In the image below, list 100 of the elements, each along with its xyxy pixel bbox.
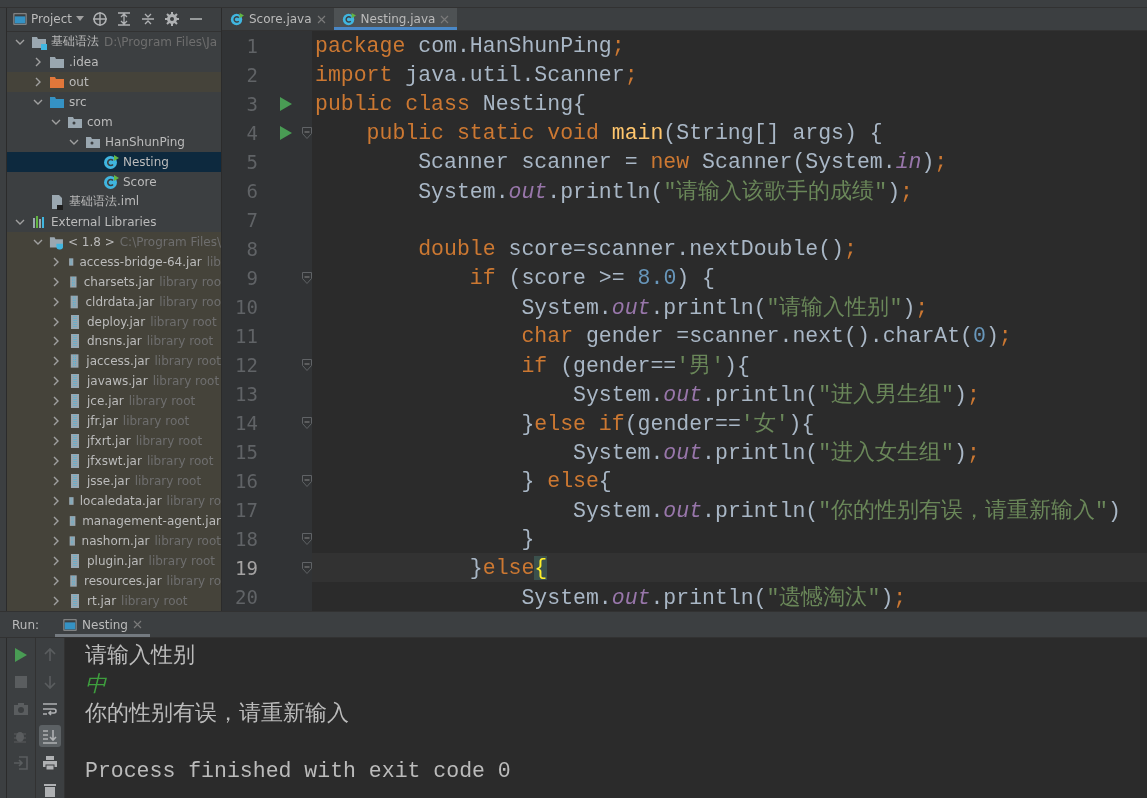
code-line: System.out.println("你的性别有误，请重新输入") [572,497,1121,524]
editor-tab[interactable]: Nesting.java [333,8,458,30]
tree-item[interactable]: out [7,71,221,92]
play-icon [15,648,27,662]
item-label: resources.jar [83,574,162,589]
code-line: public class Nesting{ [315,91,586,116]
item-label: com [87,114,113,129]
item-label: plugin.jar [87,554,144,569]
item-label: < 1.8 > [67,234,115,249]
fold-marker-icon[interactable] [302,561,312,574]
item-label: HanShunPing [105,134,185,149]
fold-marker-icon[interactable] [302,474,312,487]
trash-icon [42,782,58,798]
tree-item[interactable]: 基础语法.iml [7,191,221,212]
item-label: 基础语法 [51,33,99,51]
item-label: 基础语法.iml [69,193,140,211]
tree-item[interactable]: Nesting [7,151,221,172]
printer-icon [42,755,58,771]
console-output-line: Process finished with exit code 0 [85,757,511,785]
item-label: Nesting [123,154,169,169]
item-label: deploy.jar [87,314,146,329]
wrap-icon [42,701,58,717]
class-icon [103,173,119,190]
class-icon [103,153,119,170]
run-tab[interactable]: Nesting [55,612,150,637]
console-output-line: 中 [85,672,108,698]
item-label: charsets.jar [83,274,155,289]
arrow-down-icon [42,674,58,690]
tab-label: Nesting [82,617,128,632]
item-label: cldrdata.jar [85,294,155,309]
close-icon[interactable] [132,620,142,629]
code-line: System.out.println("进入女生组"); [572,440,980,466]
code-line: } [520,526,535,551]
crosshair-icon[interactable] [92,11,109,28]
code-line: public static void main(String[] args) { [365,120,883,145]
item-label: jfxrt.jar [87,434,131,449]
item-label: management-agent.jar [82,514,221,529]
item-label: Score [123,174,157,189]
code-line: System.out.println("进入男生组"); [572,382,980,408]
arrow-up-icon [42,647,58,663]
editor-tab[interactable]: Score.java [222,8,334,30]
file-icon [49,193,65,210]
fold-marker-icon[interactable] [302,271,312,284]
code-line: Scanner scanner = new Scanner(System.in); [417,149,948,174]
stop-icon [15,676,27,688]
window-icon [13,12,27,27]
code-line: if (gender=='男'){ [520,353,750,379]
code-line: package com.HanShunPing; [315,33,625,58]
caret-icon[interactable] [76,16,85,23]
code-line: System.out.println("请输入性别"); [520,295,929,321]
item-label: jaccess.jar [86,354,150,369]
item-label: jfr.jar [87,414,118,429]
tree-item[interactable]: Score [7,171,221,192]
code-line: System.out.println("遗憾淘汰"); [520,585,907,611]
jar-icon [67,573,80,590]
item-label: .idea [69,54,99,69]
scroll-to-end-icon [42,728,58,744]
project-view-dropdown[interactable]: Project [13,12,85,27]
code-line: System.out.println("请输入该歌手的成绩"); [417,178,913,205]
code-line: }else{ [468,555,548,580]
fold-marker-icon[interactable] [302,416,312,429]
item-label: rt.jar [87,594,117,609]
line-number: 19 [234,556,258,579]
libraries-icon [31,213,47,230]
tree-item[interactable]: src [7,91,221,112]
tree-item[interactable]: management-agent.jar [7,511,221,532]
exit-icon [13,755,29,771]
tab-label: Nesting.java [360,12,436,26]
item-label: localedata.jar [79,494,162,509]
tree-item[interactable]: .idea [7,51,221,72]
fold-marker-icon[interactable] [302,126,312,139]
tree-item[interactable]: External Libraries [7,211,221,232]
code-line: char gender =scanner.next().charAt(0); [520,323,1012,348]
run-icon[interactable] [280,96,292,111]
code-line: if (score >= 8.0) { [468,265,715,290]
fold-marker-icon[interactable] [302,532,312,545]
item-label: jce.jar [87,394,124,409]
item-label: access-bridge-64.jar [79,254,202,269]
code-line: import java.util.Scanner; [315,62,638,87]
run-label: Run: [12,617,40,632]
tree-item[interactable]: com [7,111,221,132]
settings-icon[interactable] [164,11,181,28]
item-label: jfxswt.jar [87,454,142,469]
camera-icon [13,701,29,717]
item-label: jsse.jar [87,474,130,489]
item-label: nashorn.jar [81,534,150,549]
close-icon[interactable] [316,14,326,24]
expand-all-icon[interactable] [116,11,133,28]
jar-icon [67,273,80,290]
code-line: } else{ [520,468,612,493]
scroll-to-end-button[interactable] [39,725,61,747]
run-icon[interactable] [280,125,292,140]
code-line: }else if(gender=='女'){ [520,411,815,437]
class-icon [341,12,356,26]
item-label: dnsns.jar [87,334,142,349]
tree-item[interactable]: HanShunPing [7,131,221,152]
console-output-line: 请输入性别 [85,643,196,669]
tab-label: Score.java [249,12,312,26]
code-line: double score=scanner.nextDouble(); [417,236,857,261]
fold-marker-icon[interactable] [302,358,312,371]
